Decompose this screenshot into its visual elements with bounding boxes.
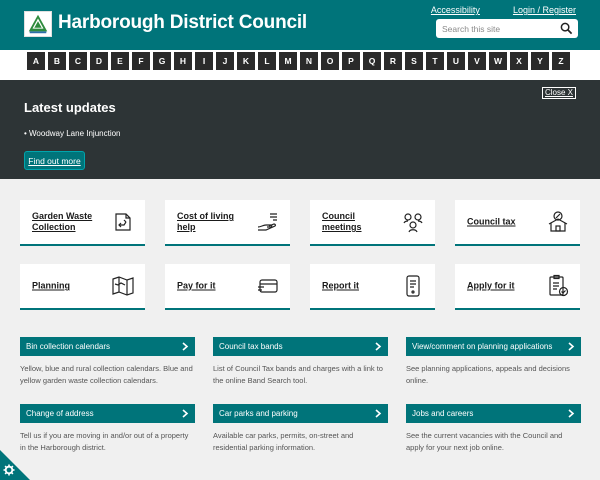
az-letter-q[interactable]: Q	[363, 52, 381, 70]
az-letter-a[interactable]: A	[27, 52, 45, 70]
tile-report-it[interactable]: Report it	[310, 264, 435, 310]
az-letter-b[interactable]: B	[48, 52, 66, 70]
phone-icon	[406, 275, 420, 297]
az-letter-e[interactable]: E	[111, 52, 129, 70]
az-letter-h[interactable]: H	[174, 52, 192, 70]
card-jobs-careers: Jobs and careers See the current vacanci…	[406, 404, 581, 457]
tile-label: Garden Waste Collection	[32, 211, 93, 232]
card-description: Tell us if you are moving in and/or out …	[20, 431, 189, 452]
card-description: See the current vacancies with the Counc…	[406, 431, 563, 452]
search-input[interactable]	[442, 21, 558, 36]
az-letter-n[interactable]: N	[300, 52, 318, 70]
updates-title: Latest updates	[24, 100, 116, 115]
map-icon	[112, 276, 134, 296]
card-title: Bin collection calendars	[26, 342, 111, 351]
az-letter-j[interactable]: J	[216, 52, 234, 70]
tile-label: Apply for it	[467, 280, 515, 291]
chevron-right-icon	[568, 342, 575, 351]
checklist-icon	[549, 274, 569, 297]
search-box	[436, 19, 578, 38]
house-percent-icon	[548, 211, 568, 232]
card-title: Council tax bands	[219, 342, 283, 351]
az-letter-o[interactable]: O	[321, 52, 339, 70]
chevron-right-icon	[568, 409, 575, 418]
search-icon[interactable]	[560, 22, 573, 35]
site-header: Harborough District Council Accessibilit…	[0, 0, 600, 50]
az-letter-x[interactable]: X	[510, 52, 528, 70]
tile-council-meetings[interactable]: Council meetings	[310, 200, 435, 246]
chevron-right-icon	[182, 409, 189, 418]
tile-planning[interactable]: Planning	[20, 264, 145, 310]
az-letter-z[interactable]: Z	[552, 52, 570, 70]
login-register-link[interactable]: Login / Register	[513, 5, 576, 15]
people-icon	[403, 213, 423, 233]
card-description: List of Council Tax bands and charges wi…	[213, 364, 383, 385]
tile-label: Cost of living help	[177, 211, 234, 232]
car-parks-button[interactable]: Car parks and parking	[213, 404, 388, 423]
top-links: Accessibility Login / Register	[431, 5, 576, 15]
chevron-right-icon	[182, 342, 189, 351]
az-letter-l[interactable]: L	[258, 52, 276, 70]
gear-icon[interactable]	[3, 464, 15, 476]
tile-label: Council tax	[467, 216, 516, 227]
tile-label: Planning	[32, 280, 70, 291]
tile-apply-for-it[interactable]: Apply for it	[455, 264, 580, 310]
find-out-more-button[interactable]: Find out more	[24, 151, 85, 170]
quick-links: Bin collection calendars Yellow, blue an…	[20, 337, 581, 457]
tile-label: Council meetings	[322, 211, 362, 232]
tile-garden-waste[interactable]: Garden Waste Collection	[20, 200, 145, 246]
card-icon	[258, 279, 278, 293]
council-tax-bands-button[interactable]: Council tax bands	[213, 337, 388, 356]
card-change-of-address: Change of address Tell us if you are mov…	[20, 404, 195, 457]
az-letter-g[interactable]: G	[153, 52, 171, 70]
az-letter-t[interactable]: T	[426, 52, 444, 70]
az-letter-s[interactable]: S	[405, 52, 423, 70]
service-tiles: Garden Waste Collection Cost of living h…	[20, 200, 580, 310]
az-index: ABCDEFGHIJKLMNOPQRSTUVWXYZ	[27, 52, 570, 70]
chevron-right-icon	[375, 342, 382, 351]
card-description: See planning applications, appeals and d…	[406, 364, 570, 385]
card-title: Jobs and careers	[412, 409, 474, 418]
recycle-icon	[115, 213, 131, 231]
az-letter-w[interactable]: W	[489, 52, 507, 70]
change-of-address-button[interactable]: Change of address	[20, 404, 195, 423]
az-letter-k[interactable]: K	[237, 52, 255, 70]
az-letter-d[interactable]: D	[90, 52, 108, 70]
jobs-careers-button[interactable]: Jobs and careers	[406, 404, 581, 423]
az-letter-v[interactable]: V	[468, 52, 486, 70]
tile-label: Pay for it	[177, 280, 216, 291]
close-button[interactable]: Close X	[541, 87, 576, 99]
card-description: Yellow, blue and rural collection calend…	[20, 364, 193, 385]
card-car-parks: Car parks and parking Available car park…	[213, 404, 388, 457]
accessibility-link[interactable]: Accessibility	[431, 5, 480, 15]
bin-collection-button[interactable]: Bin collection calendars	[20, 337, 195, 356]
card-title: Change of address	[26, 409, 94, 418]
card-description: Available car parks, permits, on-street …	[213, 431, 354, 452]
az-letter-u[interactable]: U	[447, 52, 465, 70]
tile-council-tax[interactable]: Council tax	[455, 200, 580, 246]
tile-cost-of-living[interactable]: Cost of living help	[165, 200, 290, 246]
update-item[interactable]: • Woodway Lane Injunction	[24, 129, 121, 138]
az-letter-f[interactable]: F	[132, 52, 150, 70]
tile-pay-for-it[interactable]: Pay for it	[165, 264, 290, 310]
card-bin-calendars: Bin collection calendars Yellow, blue an…	[20, 337, 195, 390]
card-council-tax-bands: Council tax bands List of Council Tax ba…	[213, 337, 388, 390]
card-planning-applications: View/comment on planning applications Se…	[406, 337, 581, 390]
az-letter-i[interactable]: I	[195, 52, 213, 70]
az-letter-y[interactable]: Y	[531, 52, 549, 70]
council-logo[interactable]	[24, 11, 52, 37]
latest-updates-banner: Latest updates Close X • Woodway Lane In…	[0, 80, 600, 179]
az-letter-p[interactable]: P	[342, 52, 360, 70]
hand-coins-icon	[257, 213, 277, 231]
chevron-right-icon	[375, 409, 382, 418]
site-title[interactable]: Harborough District Council	[58, 12, 307, 34]
az-letter-m[interactable]: M	[279, 52, 297, 70]
az-letter-c[interactable]: C	[69, 52, 87, 70]
card-title: Car parks and parking	[219, 409, 298, 418]
tile-label: Report it	[322, 280, 359, 291]
az-letter-r[interactable]: R	[384, 52, 402, 70]
planning-applications-button[interactable]: View/comment on planning applications	[406, 337, 581, 356]
card-title: View/comment on planning applications	[412, 342, 553, 351]
